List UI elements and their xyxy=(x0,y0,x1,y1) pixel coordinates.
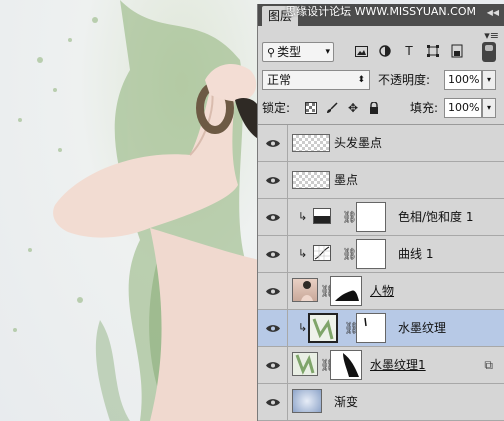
shape-filter-icon[interactable] xyxy=(424,42,442,60)
layer-thumbnail[interactable] xyxy=(292,389,322,413)
layer-filter-select[interactable]: ⚲ 类型 ▾ xyxy=(262,42,334,62)
panel-menu-icon[interactable]: ▾≡ xyxy=(484,29,499,42)
layer-thumbnail[interactable] xyxy=(292,352,318,376)
link-chain-icon[interactable]: ⛓ xyxy=(342,210,357,224)
layer-row[interactable]: ⛓ 人物 xyxy=(258,273,504,310)
layer-mask-thumbnail[interactable] xyxy=(330,276,362,306)
smart-object-badge-icon: ⧉ xyxy=(484,358,493,372)
layer-name[interactable]: 头发墨点 xyxy=(334,125,382,161)
fill-label: 填充: xyxy=(410,101,439,115)
blend-mode-select[interactable]: 正常 ⬍ xyxy=(262,70,370,90)
layer-mask-thumbnail[interactable] xyxy=(356,239,386,269)
layer-row[interactable]: 头发墨点 xyxy=(258,125,504,162)
opacity-label: 不透明度: xyxy=(378,73,431,87)
visibility-eye-icon[interactable] xyxy=(258,310,288,346)
collapse-icon[interactable]: ◀◀ xyxy=(487,8,499,17)
visibility-eye-icon[interactable] xyxy=(258,162,288,198)
layer-name[interactable]: 色相/饱和度 1 xyxy=(398,199,474,235)
visibility-eye-icon[interactable] xyxy=(258,347,288,383)
adjustment-filter-icon[interactable] xyxy=(376,42,394,60)
filter-icons: T xyxy=(352,42,466,60)
layer-row-selected[interactable]: ↳ ⛓ 水墨纹理 xyxy=(258,310,504,347)
watermark: 思缘设计论坛 WWW.MISSYUAN.COM xyxy=(285,5,476,18)
curves-icon[interactable] xyxy=(313,245,331,261)
layer-row[interactable]: ↳ ⛓ 色相/饱和度 1 xyxy=(258,199,504,236)
lock-all-icon[interactable] xyxy=(367,100,381,116)
image-filter-icon[interactable] xyxy=(352,42,370,60)
dropdown-arrow-icon: ▾ xyxy=(325,47,330,57)
opacity-input[interactable]: 100% xyxy=(444,70,482,90)
updown-arrow-icon: ⬍ xyxy=(357,75,365,85)
lock-label: 锁定: xyxy=(262,101,291,115)
hue-saturation-icon[interactable] xyxy=(313,208,331,224)
type-filter-icon[interactable]: T xyxy=(400,42,418,60)
visibility-eye-icon[interactable] xyxy=(258,384,288,420)
layer-thumbnail[interactable] xyxy=(292,171,330,189)
blend-mode-value: 正常 xyxy=(267,73,292,87)
layer-name[interactable]: 墨点 xyxy=(334,162,358,198)
layer-mask-thumbnail[interactable] xyxy=(356,313,386,343)
layers-panel: 图层 ◀◀ ▾≡ ⚲ 类型 ▾ T 正常 ⬍ 不透明度: 100% ▾ 锁定: … xyxy=(257,4,504,421)
lock-row: 锁定: ✥ 填充: 100% ▾ xyxy=(262,98,498,120)
lock-paint-icon[interactable] xyxy=(325,100,339,116)
lock-transparent-icon[interactable] xyxy=(304,100,318,116)
layer-name[interactable]: 人物 xyxy=(370,273,394,309)
fill-dropdown-icon[interactable]: ▾ xyxy=(482,98,496,118)
layer-name[interactable]: 曲线 1 xyxy=(398,236,433,272)
layer-mask-thumbnail[interactable] xyxy=(330,350,362,380)
filter-label: 类型 xyxy=(277,45,302,59)
layer-name[interactable]: 水墨纹理1 xyxy=(370,347,426,383)
layer-row[interactable]: ⛓ 水墨纹理1 ⧉ xyxy=(258,347,504,384)
layer-thumbnail[interactable] xyxy=(308,313,338,343)
lock-icons: ✥ xyxy=(304,100,381,116)
layer-list: 头发墨点 墨点 ↳ ⛓ 色相/饱和度 1 ↳ ⛓ 曲线 1 ⛓ 人物 ↳ ⛓ 水… xyxy=(258,125,504,421)
visibility-eye-icon[interactable] xyxy=(258,273,288,309)
filter-toggle[interactable] xyxy=(482,42,496,62)
lock-move-icon[interactable]: ✥ xyxy=(346,100,360,116)
layer-row[interactable]: 墨点 xyxy=(258,162,504,199)
layer-mask-thumbnail[interactable] xyxy=(356,202,386,232)
layer-row[interactable]: ↳ ⛓ 曲线 1 xyxy=(258,236,504,273)
search-icon: ⚲ xyxy=(267,46,276,59)
clipping-arrow-icon: ↳ xyxy=(298,210,308,223)
clipping-arrow-icon: ↳ xyxy=(298,247,308,260)
visibility-eye-icon[interactable] xyxy=(258,199,288,235)
smart-object-filter-icon[interactable] xyxy=(448,42,466,60)
document-canvas[interactable] xyxy=(0,0,260,421)
blend-row: 正常 ⬍ 不透明度: 100% ▾ xyxy=(262,70,498,92)
layer-thumbnail[interactable] xyxy=(292,134,330,152)
visibility-eye-icon[interactable] xyxy=(258,236,288,272)
link-chain-icon[interactable]: ⛓ xyxy=(342,247,357,261)
clipping-arrow-icon: ↳ xyxy=(298,321,308,334)
visibility-eye-icon[interactable] xyxy=(258,125,288,161)
canvas-artwork xyxy=(13,0,260,421)
opacity-dropdown-icon[interactable]: ▾ xyxy=(482,70,496,90)
layer-thumbnail[interactable] xyxy=(292,278,318,302)
fill-input[interactable]: 100% xyxy=(444,98,482,118)
layer-name[interactable]: 渐变 xyxy=(334,384,358,420)
layer-row[interactable]: 渐变 xyxy=(258,384,504,421)
layer-name[interactable]: 水墨纹理 xyxy=(398,310,446,346)
